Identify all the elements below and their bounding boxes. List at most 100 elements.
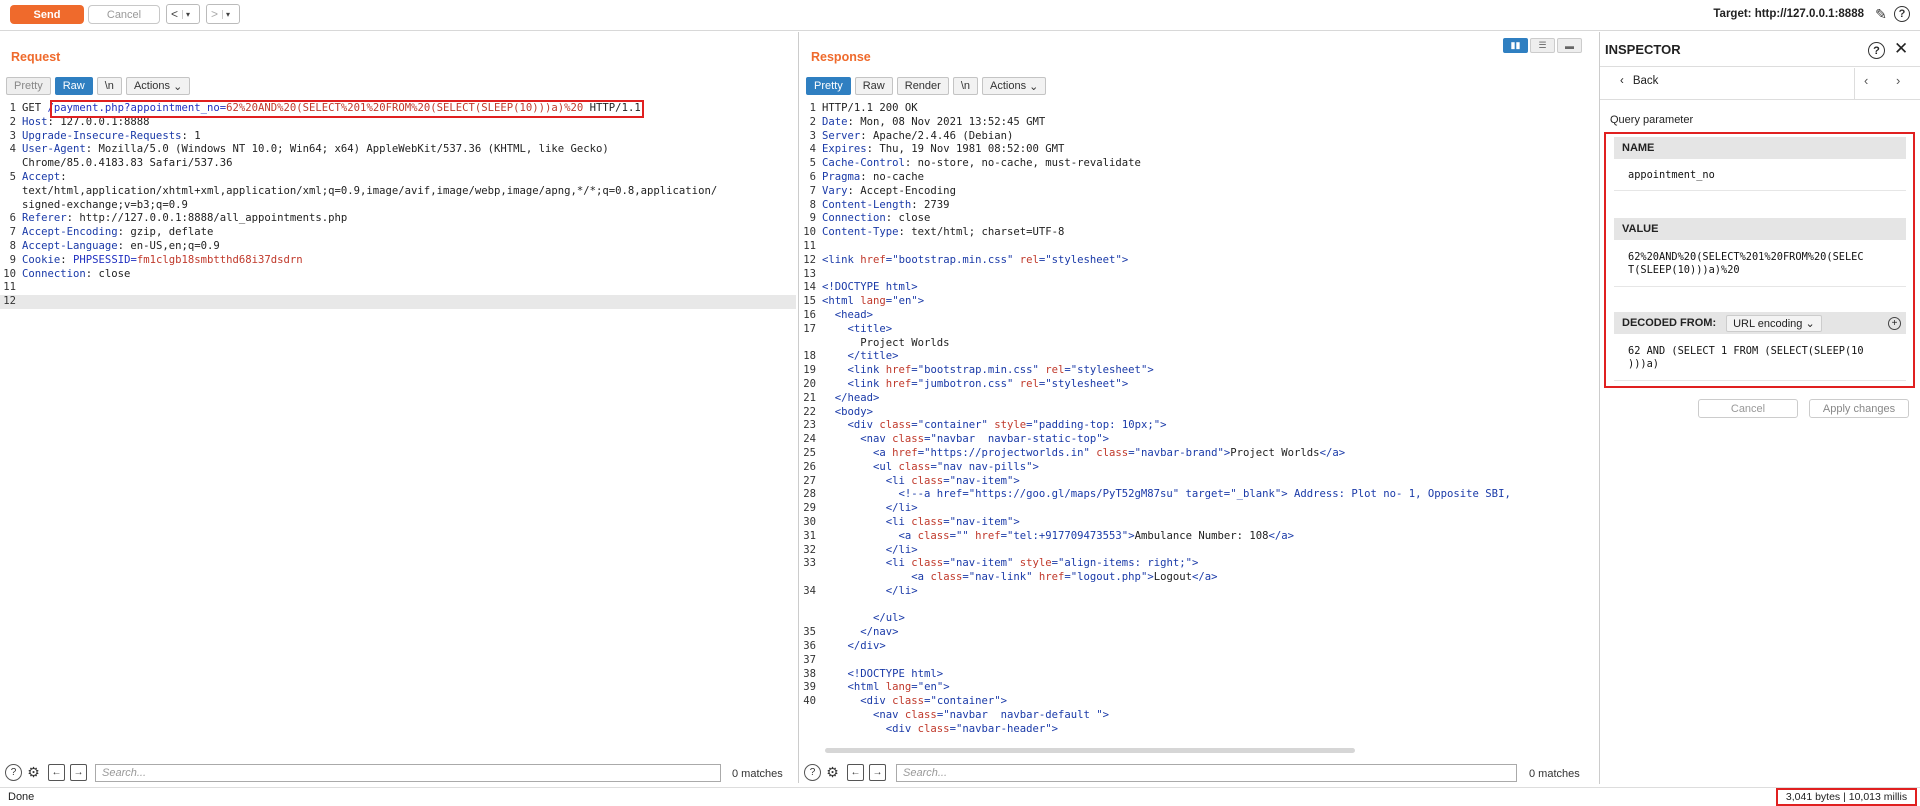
chevron-down-icon: ⌄	[173, 80, 183, 93]
code-token: <li	[822, 557, 912, 570]
code-token: : no-store, no-cache, must-revalidate	[904, 157, 1141, 170]
code-token: </li>	[822, 543, 918, 556]
request-search-input[interactable]: Search...	[95, 764, 721, 782]
code-line: 13	[800, 268, 1511, 282]
code-token: class	[930, 571, 963, 584]
code-token: href	[860, 253, 886, 266]
arrow-right-icon[interactable]: →	[70, 764, 87, 781]
arrow-left-icon[interactable]: ←	[847, 764, 864, 781]
code-token: <div	[822, 722, 918, 735]
status-text: Done	[8, 791, 35, 803]
tab-render[interactable]: Render	[896, 77, 949, 95]
code-line: 12	[0, 295, 796, 309]
code-line: 31 <a class="" href="tel:+917709473553">…	[800, 530, 1511, 544]
chevron-down-icon: ⌄	[1029, 80, 1039, 93]
request-pane: Request Pretty Raw \n Actions ⌄ 1 GET /pa…	[0, 32, 798, 782]
code-token: class	[917, 722, 950, 735]
inspector-title: INSPECTOR	[1605, 42, 1681, 57]
help-icon[interactable]: ?	[1894, 6, 1910, 22]
code-line: 3 Server: Apache/2.4.46 (Debian)	[800, 130, 1511, 144]
gear-icon[interactable]: ⚙	[25, 764, 42, 781]
tab-newline[interactable]: \n	[96, 77, 122, 95]
code-token: href	[1032, 571, 1065, 584]
history-forward-group[interactable]: > ▾	[206, 4, 240, 24]
help-icon[interactable]: ?	[5, 764, 22, 781]
send-button[interactable]: Send	[10, 5, 84, 24]
code-token: "padding-top: 10px;"	[1032, 419, 1161, 432]
code-token: "navbar-brand"	[1134, 446, 1224, 459]
code-line: Chrome/85.0.4183.83 Safari/537.36	[0, 157, 796, 171]
code-token: <div	[822, 419, 880, 432]
help-icon[interactable]: ?	[804, 764, 821, 781]
code-token: "container"	[930, 695, 1001, 708]
code-token: Referer	[22, 212, 67, 225]
actions-menu[interactable]: Actions ⌄	[982, 77, 1047, 95]
response-viewer[interactable]: 1 HTTP/1.1 200 OK 2 Date: Mon, 08 Nov 2021 …	[800, 102, 1511, 737]
code-token: Date	[822, 115, 848, 128]
line-number: 1	[809, 102, 816, 114]
code-token: href	[885, 377, 912, 390]
code-line: 23 <div class="container" style="padding…	[800, 419, 1511, 433]
tab-pretty[interactable]: Pretty	[6, 77, 51, 95]
code-token: rel	[1013, 377, 1039, 390]
code-token: href	[968, 529, 1001, 542]
arrow-left-icon[interactable]: ←	[48, 764, 65, 781]
help-icon[interactable]: ?	[1868, 42, 1885, 59]
gear-icon[interactable]: ⚙	[824, 764, 841, 781]
code-token: :	[60, 170, 67, 183]
cancel-button[interactable]: Cancel	[88, 5, 160, 24]
pencil-icon[interactable]: ✎	[1872, 5, 1890, 23]
inspector-cancel-button[interactable]: Cancel	[1698, 399, 1798, 418]
tab-pretty[interactable]: Pretty	[806, 77, 851, 95]
code-token: class	[904, 709, 937, 722]
code-token: <div	[822, 695, 893, 708]
code-token: class	[879, 419, 912, 432]
chevron-right-icon[interactable]: >	[207, 7, 222, 21]
chevron-right-icon[interactable]: ›	[1896, 73, 1900, 88]
chevron-down-icon[interactable]: ▾	[222, 9, 233, 19]
code-token: "nav-item"	[949, 557, 1014, 570]
chevron-left-icon[interactable]: ‹	[1864, 73, 1868, 88]
actions-menu[interactable]: Actions ⌄	[125, 77, 191, 95]
request-editor[interactable]: 1 GET /payment.php?appointment_no=62%20AN…	[0, 102, 796, 309]
pane-divider[interactable]	[798, 32, 799, 783]
code-token: Pragma	[822, 170, 861, 183]
code-line: 10 Connection: close	[0, 268, 796, 282]
code-token: >	[1147, 364, 1154, 377]
code-token: "bootstrap.min.css"	[892, 253, 1014, 266]
response-search-input[interactable]: Search...	[896, 764, 1517, 782]
code-token: >	[1051, 722, 1059, 735]
line-number: 18	[803, 350, 816, 363]
line-number: 17	[803, 322, 816, 335]
arrow-right-icon[interactable]: →	[869, 764, 886, 781]
code-line: 22 <body>	[800, 406, 1511, 420]
request-tabs: Pretty Raw \n Actions ⌄	[6, 77, 191, 95]
horizontal-scrollbar[interactable]	[825, 748, 1355, 753]
code-token: Project Worlds	[1230, 446, 1320, 459]
code-line: 32 </li>	[800, 544, 1511, 558]
code-line: 34 </li>	[800, 585, 1511, 599]
tab-newline[interactable]: \n	[952, 77, 979, 95]
inspector-panel: INSPECTOR ? ✕ ‹ Back ‹ › Query parameter …	[1599, 32, 1920, 784]
tab-raw[interactable]: Raw	[854, 77, 893, 95]
code-line: 6 Referer: http://127.0.0.1:8888/all_appo…	[0, 212, 796, 226]
code-token: >	[1102, 433, 1110, 446]
chevron-down-icon[interactable]: ▾	[182, 9, 193, 19]
line-number: 8	[809, 198, 816, 211]
line-number: 38	[803, 667, 816, 680]
line-number: 6	[9, 212, 16, 225]
code-token: : 1	[181, 129, 201, 142]
tab-raw[interactable]: Raw	[54, 77, 93, 95]
code-line: 5 Cache-Control: no-store, no-cache, must…	[800, 157, 1511, 171]
code-token: : Accept-Encoding	[847, 184, 956, 197]
close-icon[interactable]: ✕	[1894, 39, 1908, 59]
history-back-group[interactable]: < ▾	[166, 4, 200, 24]
actions-label: Actions	[133, 80, 171, 92]
back-button[interactable]: ‹ Back	[1620, 75, 1658, 87]
response-tabs: Pretty Raw Render \n Actions ⌄	[806, 77, 1047, 95]
top-toolbar: Send Cancel < ▾ > ▾ Target: http://127.0…	[0, 0, 1920, 31]
chevron-left-icon[interactable]: <	[167, 7, 182, 21]
code-token: : en-US,en;q=0.9	[117, 239, 220, 252]
target-label[interactable]: Target: http://127.0.0.1:8888	[1713, 8, 1864, 20]
apply-changes-button[interactable]: Apply changes	[1809, 399, 1909, 418]
